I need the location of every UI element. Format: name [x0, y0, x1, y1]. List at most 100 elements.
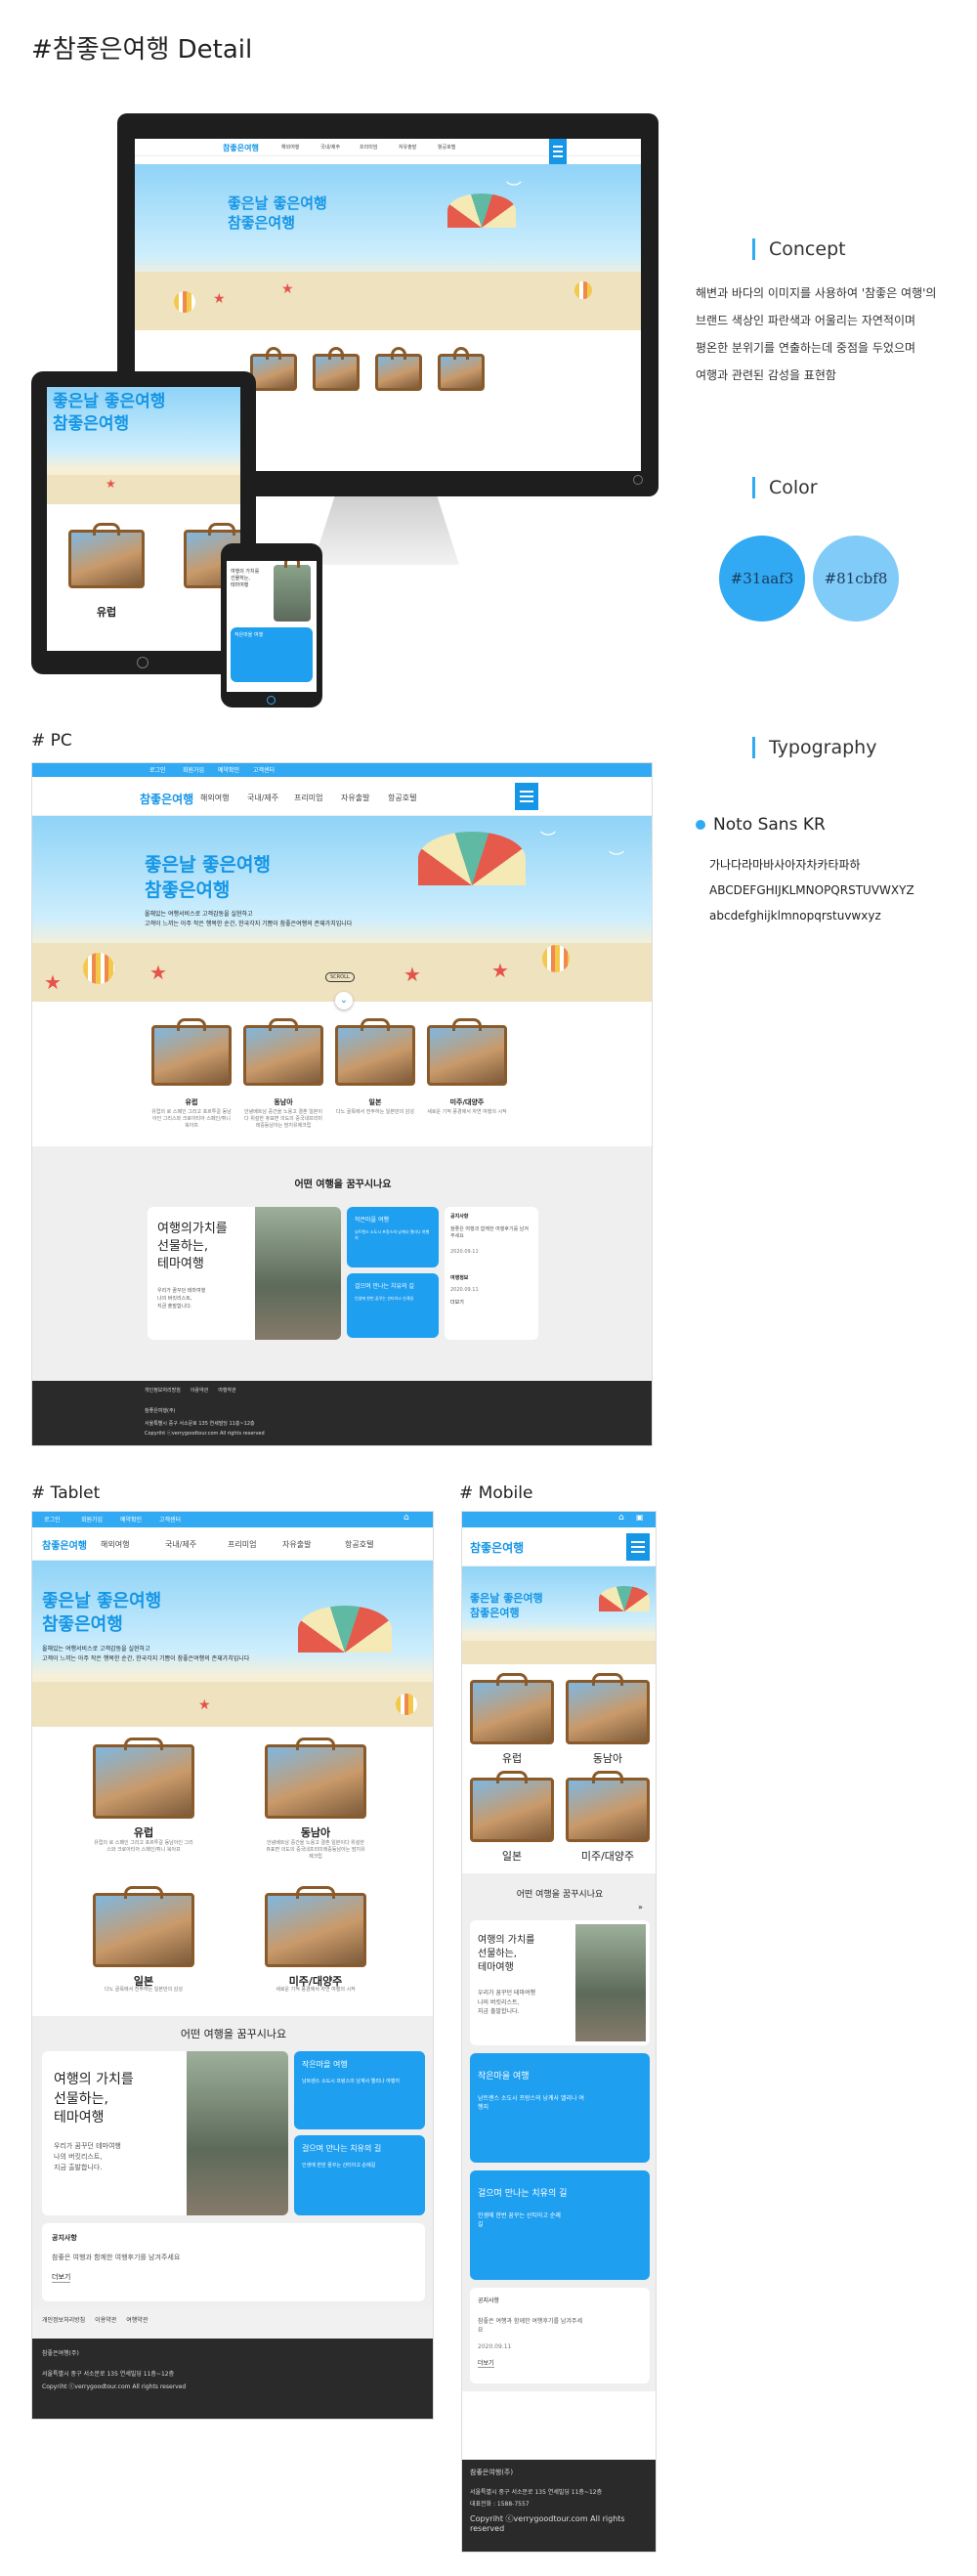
theme-card[interactable]: 걸으며 만나는 치유의 길 인생에 한번 꿈꾸는 산티아고 순례길: [294, 2135, 425, 2215]
nav-item[interactable]: 항공호텔: [345, 1539, 373, 1550]
nav-item[interactable]: 해외여행: [101, 1539, 129, 1550]
support-link[interactable]: 고객센터: [159, 1515, 181, 1524]
dream-heading: 어떤 여행을 꿈꾸시나요: [180, 2028, 287, 2040]
more-arrow-icon[interactable]: »: [638, 1903, 643, 1911]
dream-section: 어떤 여행을 꿈꾸시나요 여행의 가치를 선물하는, 테마여행 우리가 꿈꾸던 테마…: [32, 2016, 433, 2309]
destination-image[interactable]: [265, 1738, 366, 1819]
brand-logo[interactable]: 참좋은여행: [470, 1539, 524, 1556]
notice-card[interactable]: 공지사항 참좋은 여행과 함께한 여행후기를 남겨주세요 2020.09.11 더보기: [470, 2288, 650, 2383]
scroll-indicator[interactable]: SCROLL: [325, 972, 355, 982]
brand-logo[interactable]: 참좋은여행: [140, 791, 193, 807]
menu-button[interactable]: [549, 139, 567, 164]
nav-item[interactable]: 자유출발: [399, 144, 416, 150]
starfish-icon: ★: [404, 963, 421, 986]
nav-item[interactable]: 자유출발: [282, 1539, 311, 1550]
footer-link[interactable]: 개인정보처리방침: [145, 1388, 181, 1394]
theme-card[interactable]: 작은마을 여행 낭트렌스 소도시 프랑스의 낭계사 엘리나 여행지: [347, 1207, 439, 1267]
destination-image[interactable]: [335, 1018, 415, 1086]
nav-item[interactable]: 국내/제주: [247, 793, 278, 803]
footer-link[interactable]: 이용약관: [95, 2317, 116, 2324]
beach-ball-icon: [542, 945, 570, 972]
nav-item[interactable]: 프리미엄: [228, 1539, 256, 1550]
destination-image[interactable]: [438, 347, 485, 391]
bird-icon: ︶: [540, 830, 557, 848]
destination-desc: 새로운 기적 풍경에서 자연 여행의 시작: [427, 1109, 507, 1115]
destination-label: 유럽: [501, 1752, 523, 1765]
brand-logo[interactable]: 참좋은여행: [42, 1537, 87, 1552]
destination-image[interactable]: [470, 1771, 554, 1842]
color-swatch-secondary: #81cbf8: [813, 536, 899, 622]
destination-label: 유럽: [185, 1098, 198, 1106]
home-button[interactable]: [137, 657, 149, 668]
reservation-link[interactable]: 예약확인: [218, 765, 239, 774]
footer-link[interactable]: 여행약관: [126, 2317, 148, 2324]
theme-card[interactable]: 걸으며 만나는 치유의 길 인생에 한번 꿈꾸는 산티아고 순례길: [347, 1273, 439, 1338]
nav-item[interactable]: 국내/제주: [320, 144, 340, 150]
destination-image[interactable]: [265, 1886, 366, 1967]
destination-label: 유럽: [133, 1826, 154, 1839]
destination-image[interactable]: [566, 1771, 650, 1842]
destination-image[interactable]: [427, 1018, 507, 1086]
nav-item[interactable]: 자유출발: [341, 793, 369, 803]
support-link[interactable]: 고객센터: [253, 765, 275, 774]
theme-card[interactable]: 작은마을 여행: [231, 627, 313, 682]
nav-item[interactable]: 항공호텔: [388, 793, 416, 803]
nav-item[interactable]: 해외여행: [281, 144, 299, 150]
hero-banner: 좋은날 좋은여행 참좋은여행 ︶ ★ ★: [135, 164, 641, 330]
home-icon[interactable]: ⌂: [618, 1513, 624, 1523]
nav-item[interactable]: 국내/제주: [165, 1539, 196, 1550]
destination-image[interactable]: [566, 1673, 650, 1744]
notice-card[interactable]: 공지사항 참좋은 여행과 함께한 여행후기를 남겨주세요 2020.09.11 여행…: [445, 1207, 538, 1340]
home-button[interactable]: [267, 696, 276, 705]
destination-image[interactable]: [93, 1886, 194, 1967]
theme-card[interactable]: 작은마을 여행 낭트렌스 소도시 프랑스의 낭계사 엘리나 여행지: [294, 2051, 425, 2129]
footer-link[interactable]: 여행약관: [218, 1388, 235, 1394]
theme-card[interactable]: 걸으며 만나는 치유의 길 인생에 한번 꿈꾸는 산티아고 순례길: [470, 2170, 650, 2280]
theme-feature-card[interactable]: 여행의가치를 선물하는, 테마여행 우리가 꿈꾸던 테마여행 나의 버킷리스트, 지금 …: [148, 1207, 341, 1340]
starfish-icon: ★: [213, 291, 226, 307]
signup-link[interactable]: 회원가입: [183, 765, 204, 774]
scroll-down-button[interactable]: ⌄: [335, 992, 353, 1009]
destination-image[interactable]: [68, 523, 145, 588]
hero-title: 좋은날 좋은여행: [145, 854, 271, 876]
destination-image[interactable]: [151, 1018, 232, 1086]
destination-image[interactable]: [93, 1738, 194, 1819]
theme-feature-card[interactable]: 여행의 가치를 선물하는, 테마여행 우리가 꿈꾸던 테마여행 나의 버킷리스트, 지금…: [470, 1920, 650, 2045]
home-icon[interactable]: ⌂: [404, 1513, 409, 1523]
reservation-link[interactable]: 예약확인: [120, 1515, 142, 1524]
theme-card[interactable]: 작은마을 여행 낭트렌스 소도시 프랑스의 낭계사 엘리나 여행지: [470, 2053, 650, 2163]
hero-title: 좋은날 좋은여행: [470, 1592, 543, 1605]
destination-image[interactable]: [243, 1018, 323, 1086]
theme-feature-card[interactable]: 여행의 가치를 선물하는, 테마여행 우리가 꿈꾸던 테마여행 나의 버킷리스트, 지금…: [42, 2051, 288, 2215]
brand-logo[interactable]: 참좋은여행: [223, 143, 259, 153]
umbrella-icon: [298, 1606, 392, 1653]
destination-label: 미주/대양주: [449, 1098, 485, 1106]
footer-link[interactable]: 이용약관: [191, 1388, 208, 1394]
tablet-section-label: # Tablet: [31, 1483, 101, 1503]
nav-item[interactable]: 프리미엄: [360, 144, 377, 150]
beach-ball-icon: [574, 281, 592, 299]
menu-button[interactable]: [515, 783, 538, 810]
hero-banner: 좋은날 좋은여행 참좋은여행 올해있는 여행서비스로 고객감동을 실현하고 고객이 …: [32, 1561, 433, 1727]
login-link[interactable]: 로그인: [149, 765, 166, 774]
destination-image[interactable]: [375, 347, 422, 391]
starfish-icon: ★: [491, 959, 509, 982]
theme-image: [274, 561, 311, 622]
lock-icon[interactable]: ▣: [636, 1513, 644, 1522]
monitor-stand: [313, 496, 459, 565]
footer-link[interactable]: 개인정보처리방침: [42, 2317, 85, 2324]
menu-button[interactable]: [626, 1533, 650, 1561]
starfish-icon: ★: [149, 961, 167, 984]
destination-image[interactable]: [313, 347, 360, 391]
nav-item[interactable]: 해외여행: [200, 793, 229, 803]
destination-image[interactable]: [470, 1673, 554, 1744]
login-link[interactable]: 로그인: [44, 1515, 61, 1524]
nav-item[interactable]: 프리미엄: [294, 793, 322, 803]
beach-ball-icon: [396, 1694, 417, 1715]
destination-image[interactable]: [250, 347, 297, 391]
nav-item[interactable]: 항공호텔: [438, 144, 455, 150]
notice-card[interactable]: 공지사항 참좋은 여행과 함께한 여행후기를 남겨주세요 더보기: [42, 2223, 425, 2301]
hero-subtitle: 참좋은여행: [145, 879, 231, 901]
pc-section-label: # PC: [31, 731, 72, 751]
signup-link[interactable]: 회원가입: [81, 1515, 103, 1524]
